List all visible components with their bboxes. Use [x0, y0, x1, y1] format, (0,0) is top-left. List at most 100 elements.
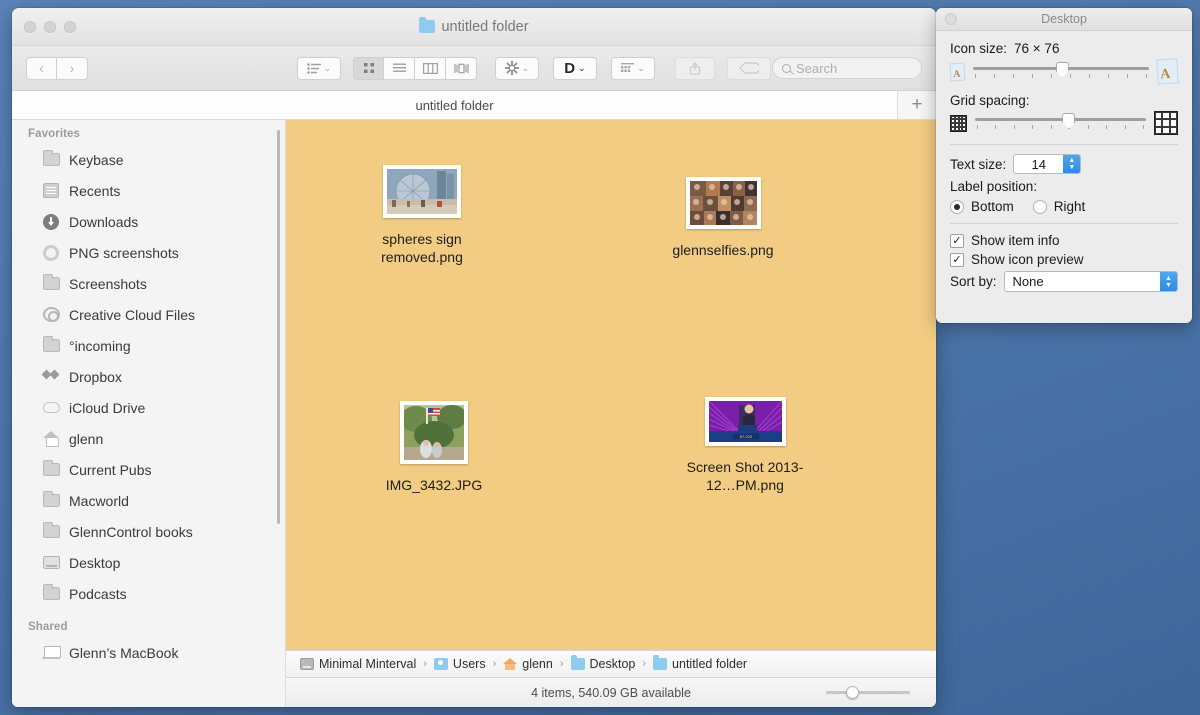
photo-collage-thumb	[689, 181, 757, 225]
sidebar-item-desktop[interactable]: Desktop	[12, 547, 285, 578]
slider-knob[interactable]	[846, 686, 859, 699]
action-group: ⌄	[495, 56, 539, 80]
file-thumbnail: $7,000	[704, 397, 786, 446]
sidebar-item-label: Desktop	[69, 554, 121, 571]
show-icon-preview-checkbox[interactable]: ✓	[950, 252, 964, 267]
search-input[interactable]: Search	[772, 57, 922, 79]
share-icon	[689, 61, 701, 75]
sidebar-item-label: Downloads	[69, 213, 139, 230]
sidebar-item-label: Macworld	[69, 492, 129, 509]
tag-group	[727, 56, 771, 80]
sidebar-item-downloads[interactable]: Downloads	[12, 206, 285, 237]
radio-right[interactable]	[1032, 199, 1047, 214]
sidebar-item-label: PNG screenshots	[69, 244, 179, 261]
view-options-title: Desktop	[1041, 12, 1087, 26]
radio-bottom[interactable]	[950, 199, 964, 214]
sidebar-item-png-screenshots[interactable]: PNG screenshots	[12, 237, 285, 268]
slider-ticks	[975, 125, 1146, 129]
icon-size-slider[interactable]	[973, 61, 1149, 82]
forward-button[interactable]: ›	[57, 56, 88, 80]
file-item[interactable]: IMG_3432.JPG	[359, 401, 509, 494]
tab-bar: untitled folder +	[12, 91, 936, 120]
sidebar-item-glenn[interactable]: glenn	[12, 423, 285, 454]
text-size-value: 14	[1031, 156, 1047, 172]
sidebar: Favorites Keybase Recents Downloads PNG …	[12, 120, 286, 707]
stepper-buttons[interactable]: ▲ ▼	[1063, 155, 1081, 173]
sort-by-chevrons[interactable]: ▲ ▼	[1160, 272, 1177, 291]
download-icon	[42, 213, 60, 231]
breadcrumb-item-untitled-folder[interactable]: untitled folder	[653, 655, 747, 671]
sidebar-item-macworld[interactable]: Macworld	[12, 485, 285, 516]
sidebar-item-label: GlennControl books	[69, 523, 193, 540]
folder-icon	[42, 150, 60, 169]
breadcrumb-item-users[interactable]: Users	[433, 657, 486, 671]
grid-spacing-slider[interactable]	[975, 113, 1146, 133]
sidebar-item-dropbox[interactable]: Dropbox	[12, 361, 285, 392]
status-bar: 4 items, 540.09 GB available	[286, 677, 936, 707]
sidebar-item-icloud-drive[interactable]: iCloud Drive	[12, 392, 285, 423]
sidebar-item-glenns-macbook[interactable]: Glenn’s MacBook	[12, 637, 285, 668]
sidebar-item-screenshots[interactable]: Screenshots	[12, 268, 285, 299]
sort-by-select[interactable]: None ▲ ▼	[1003, 271, 1178, 292]
action-menu-button[interactable]: ⌄	[495, 56, 539, 80]
sidebar-item-creative-cloud-files[interactable]: Creative Cloud Files	[12, 299, 285, 330]
group-by-button[interactable]: ⌄	[611, 56, 655, 80]
forward-chevron-icon: ›	[69, 60, 75, 76]
back-button[interactable]: ‹	[26, 56, 57, 80]
breadcrumb-item-desktop[interactable]: Desktop	[570, 655, 635, 671]
icon-size-slider[interactable]	[826, 686, 910, 700]
file-thumbnail	[685, 177, 761, 229]
slider-track	[826, 691, 910, 694]
stepper-up-icon: ▲	[1068, 157, 1076, 164]
show-item-info-row[interactable]: ✓ Show item info	[950, 233, 1178, 248]
maximize-button[interactable]	[64, 20, 76, 33]
show-icon-preview-row[interactable]: ✓ Show icon preview	[950, 252, 1178, 267]
coverflow-view-button[interactable]	[446, 56, 477, 80]
breadcrumb-item-glenn[interactable]: glenn	[503, 657, 553, 671]
sidebar-item-incoming[interactable]: °incoming	[12, 330, 285, 361]
group-by-group: ⌄	[611, 56, 655, 80]
column-view-button[interactable]	[415, 56, 446, 80]
window-body: Favorites Keybase Recents Downloads PNG …	[12, 120, 936, 707]
file-item[interactable]: glennselfies.png	[648, 177, 798, 259]
file-item[interactable]: $7,000 Screen Shot 2013-12…PM.png	[670, 397, 820, 495]
text-size-label: Text size:	[950, 156, 1007, 172]
icon-grid[interactable]: spheres sign removed.png glennselfies.pn…	[286, 120, 936, 650]
text-size-stepper[interactable]: 14 ▲ ▼	[1013, 154, 1082, 174]
file-label: Screen Shot 2013-12…PM.png	[686, 459, 804, 494]
minimize-button[interactable]	[44, 20, 56, 33]
file-item[interactable]: spheres sign removed.png	[347, 165, 497, 267]
recents-icon	[42, 182, 60, 200]
gear-icon	[42, 244, 60, 262]
photo-spheres-thumb	[387, 169, 457, 214]
arrange-button[interactable]: ⌄	[297, 56, 341, 80]
sidebar-item-label: Screenshots	[69, 275, 147, 292]
share-button[interactable]	[675, 56, 715, 80]
tab-untitled-folder[interactable]: untitled folder	[12, 91, 898, 119]
dropbox-letter-icon: D	[564, 59, 576, 77]
close-button[interactable]	[24, 20, 36, 33]
photo-presentation-thumb: $7,000	[708, 401, 782, 442]
sidebar-item-current-pubs[interactable]: Current Pubs	[12, 454, 285, 485]
breadcrumb-item-minimal-minterval[interactable]: Minimal Minterval	[300, 657, 416, 671]
check-icon: ✓	[952, 254, 962, 266]
icon-view-button[interactable]	[353, 56, 384, 80]
sidebar-item-label: glenn	[69, 430, 104, 447]
view-options-titlebar: Desktop	[936, 8, 1192, 31]
sidebar-item-glenncontrol-books[interactable]: GlennControl books	[12, 516, 285, 547]
sidebar-item-recents[interactable]: Recents	[12, 175, 285, 206]
list-view-button[interactable]	[384, 56, 415, 80]
sidebar-item-podcasts[interactable]: Podcasts	[12, 578, 285, 609]
sidebar-item-keybase[interactable]: Keybase	[12, 144, 285, 175]
tag-button[interactable]	[727, 56, 771, 80]
show-item-info-checkbox[interactable]: ✓	[950, 233, 964, 248]
icon-view-icon	[363, 63, 374, 73]
new-tab-button[interactable]: +	[898, 91, 936, 119]
chevron-down-icon: ⌄	[578, 62, 586, 73]
creative-cloud-icon	[42, 306, 60, 324]
sidebar-scrollbar[interactable]	[275, 128, 282, 526]
column-view-icon	[422, 62, 438, 74]
dropbox-button[interactable]: D ⌄	[553, 56, 597, 80]
window-titlebar: untitled folder	[12, 8, 936, 46]
arrange-group: ⌄	[297, 56, 341, 80]
